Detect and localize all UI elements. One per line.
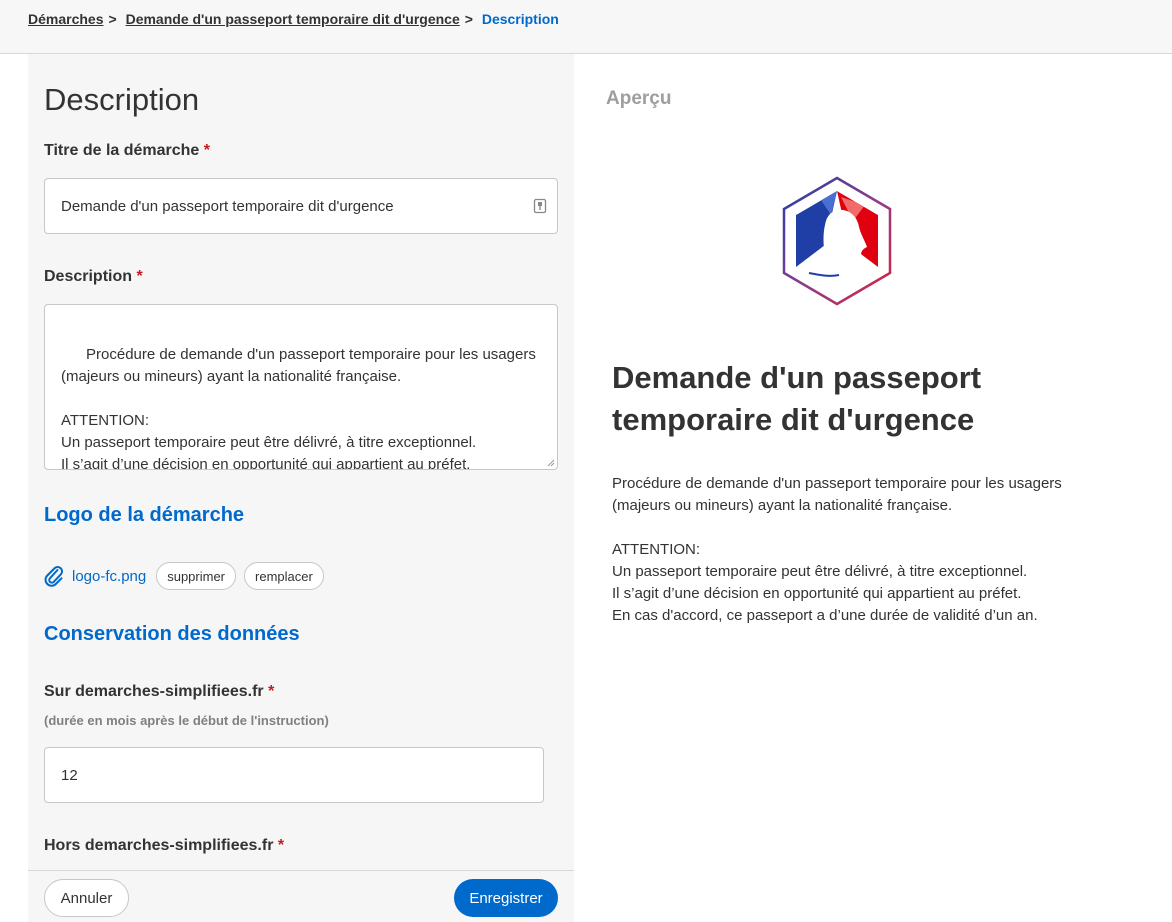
- resize-handle-icon[interactable]: [547, 459, 555, 467]
- preview-description: Procédure de demande d'un passeport temp…: [612, 475, 1062, 624]
- description-textarea-value: Procédure de demande d'un passeport temp…: [61, 346, 536, 470]
- form-panel: Description Titre de la démarche * Deman…: [28, 54, 574, 922]
- onsite-retention-hint: (durée en mois après le début de l'instr…: [44, 713, 329, 728]
- page-title: Description: [44, 82, 200, 117]
- breadcrumb-separator: >: [464, 11, 473, 27]
- onsite-retention-value: 12: [61, 766, 78, 784]
- breadcrumb-separator: >: [108, 11, 117, 27]
- required-mark: *: [136, 268, 143, 285]
- title-field-label-text: Titre de la démarche: [44, 142, 200, 159]
- title-field-label: Titre de la démarche *: [44, 142, 210, 160]
- paperclip-icon: [44, 565, 64, 587]
- replace-logo-button[interactable]: remplacer: [244, 562, 324, 590]
- description-textarea[interactable]: Procédure de demande d'un passeport temp…: [44, 304, 558, 470]
- required-mark: *: [277, 837, 285, 854]
- title-input-value: Demande d'un passeport temporaire dit d'…: [61, 197, 394, 215]
- breadcrumb-link-procedure[interactable]: Demande d'un passeport temporaire dit d'…: [126, 11, 460, 27]
- onsite-retention-label-text: Sur demarches-simplifiees.fr: [44, 683, 264, 700]
- preview-heading: Demande d'un passeport temporaire dit d'…: [612, 360, 982, 437]
- title-input[interactable]: Demande d'un passeport temporaire dit d'…: [44, 178, 558, 234]
- delete-logo-button[interactable]: supprimer: [156, 562, 237, 590]
- marianne-hexagon-logo: [782, 176, 892, 306]
- breadcrumb-link-demarches[interactable]: Démarches: [28, 11, 104, 27]
- preview-title: Aperçu: [606, 88, 672, 109]
- breadcrumb-bar: Démarches > Demande d'un passeport tempor…: [0, 0, 1172, 54]
- required-mark: *: [203, 142, 211, 159]
- offsite-retention-label: Hors demarches-simplifiees.fr *: [44, 837, 284, 855]
- form-footer: Annuler Enregistrer: [28, 870, 574, 922]
- onsite-retention-input[interactable]: 12: [44, 747, 544, 803]
- retention-section-title: Conservation des données: [44, 623, 300, 645]
- breadcrumb-current: Description: [481, 11, 559, 27]
- breadcrumb: Démarches > Demande d'un passeport tempor…: [28, 11, 559, 27]
- description-field-label-text: Description: [44, 268, 133, 285]
- description-field-label: Description *: [44, 268, 143, 286]
- save-button[interactable]: Enregistrer: [454, 879, 558, 917]
- preview-panel: Aperçu Demande d'un passeport temporaire…: [574, 54, 1172, 922]
- password-manager-icon[interactable]: [533, 198, 547, 214]
- offsite-retention-label-text: Hors demarches-simplifiees.fr: [44, 837, 274, 854]
- logo-file-row: logo-fc.png supprimer remplacer: [44, 561, 332, 591]
- logo-file-link[interactable]: logo-fc.png: [72, 568, 146, 585]
- required-mark: *: [268, 683, 275, 700]
- cancel-button[interactable]: Annuler: [44, 879, 129, 917]
- onsite-retention-label: Sur demarches-simplifiees.fr *: [44, 683, 274, 701]
- logo-section-title: Logo de la démarche: [44, 504, 245, 526]
